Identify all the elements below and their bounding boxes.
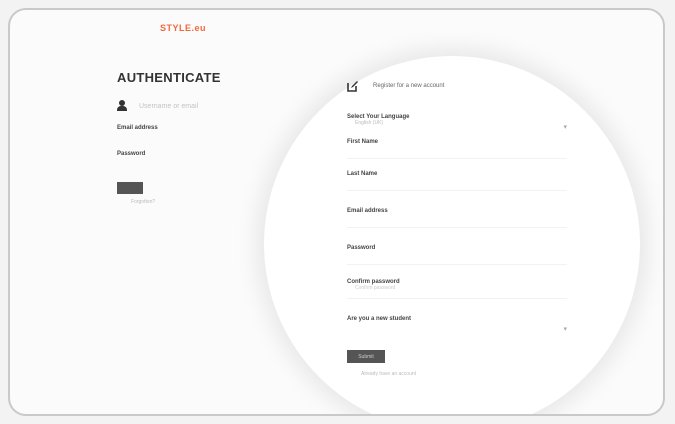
language-select[interactable]: English (UK) ▾ bbox=[347, 120, 567, 134]
chevron-down-icon: ▾ bbox=[563, 326, 567, 333]
register-header: Register for a new account bbox=[347, 80, 577, 92]
username-input[interactable]: Username or email bbox=[139, 103, 198, 110]
password-field[interactable] bbox=[117, 157, 267, 182]
register-header-text: Register for a new account bbox=[373, 83, 445, 89]
browser-frame: STYLE.eu AUTHENTICATE Username or email … bbox=[8, 8, 665, 416]
last-name-input[interactable] bbox=[347, 177, 567, 191]
login-button[interactable] bbox=[117, 182, 143, 194]
username-row[interactable]: Username or email bbox=[117, 99, 297, 113]
language-value: English (UK) bbox=[355, 120, 384, 126]
register-panel: Register for a new account Select Your L… bbox=[347, 80, 577, 377]
authenticate-title: AUTHENTICATE bbox=[117, 70, 221, 85]
password-input[interactable] bbox=[347, 251, 567, 265]
first-name-input[interactable] bbox=[347, 145, 567, 159]
user-icon bbox=[117, 100, 127, 112]
authenticate-panel: AUTHENTICATE Username or email Email add… bbox=[117, 70, 297, 205]
brand-logo[interactable]: STYLE.eu bbox=[160, 23, 206, 33]
edit-icon bbox=[347, 81, 358, 92]
email-field[interactable] bbox=[117, 131, 267, 151]
confirm-password-input[interactable]: Confirm password bbox=[347, 285, 567, 299]
submit-button[interactable]: Submit bbox=[347, 350, 385, 363]
login-link[interactable]: Already have an account bbox=[361, 371, 577, 377]
email-input[interactable] bbox=[347, 214, 567, 228]
student-select[interactable]: ▾ bbox=[347, 322, 567, 336]
chevron-down-icon: ▾ bbox=[563, 124, 567, 131]
